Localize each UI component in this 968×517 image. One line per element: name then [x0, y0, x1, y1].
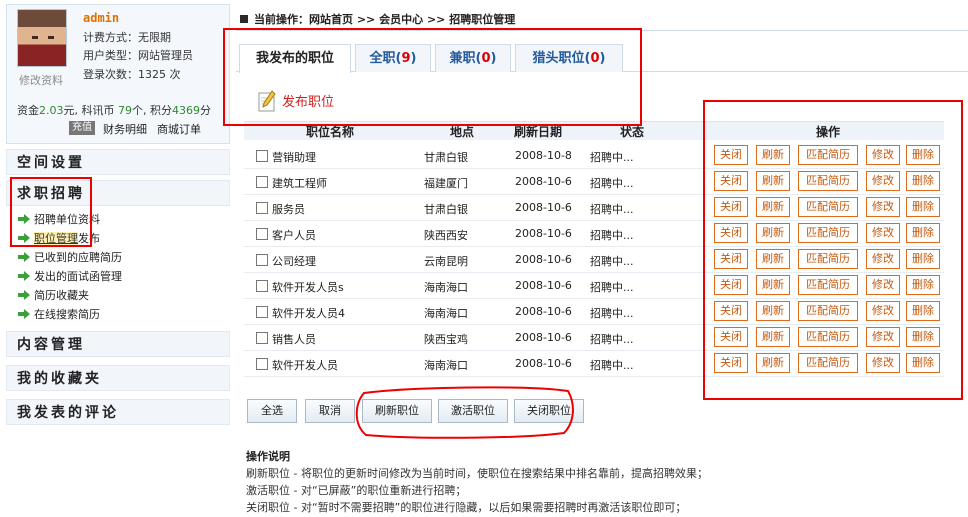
job-location: 海南海口 — [424, 281, 468, 294]
row-checkbox[interactable] — [256, 228, 268, 240]
job-date: 2008-10-6 — [515, 175, 572, 188]
user-info-panel: 修改资料 admin 计费方式：无限期 用户类型：网站管理员 登录次数：1325… — [6, 4, 230, 144]
job-status: 招聘中... — [590, 333, 634, 346]
sidebar-item-label: 发出的面试函管理 — [34, 270, 122, 283]
job-status: 招聘中... — [590, 255, 634, 268]
finance-link[interactable]: 财务明细 — [103, 121, 147, 137]
row-checkbox[interactable] — [256, 254, 268, 266]
coins-label: 元, 科讯币 — [63, 104, 115, 117]
funds-line: 资金2.03元, 科讯币 79个, 积分4369分 — [17, 102, 211, 118]
instruction-line: 刷新职位 - 将职位的更新时间修改为当前时间，使职位在搜索结果中排名靠前，提高招… — [246, 467, 708, 480]
points-label: 个, 积分 — [132, 104, 172, 117]
job-date: 2008-10-6 — [515, 201, 572, 214]
avatar — [17, 9, 67, 67]
job-location: 福建厦门 — [424, 177, 468, 190]
job-location: 海南海口 — [424, 307, 468, 320]
square-icon — [240, 15, 248, 23]
job-date: 2008-10-8 — [515, 149, 572, 162]
annotation-box-sidebar — [10, 177, 92, 247]
job-status: 招聘中... — [590, 151, 634, 164]
job-status: 招聘中... — [590, 307, 634, 320]
sidebar-item-label: 简历收藏夹 — [34, 289, 89, 302]
select-all-button[interactable]: 全选 — [247, 399, 297, 423]
login-count-info: 登录次数：1325 次 — [83, 68, 181, 81]
arrow-right-icon — [18, 271, 30, 281]
sidebar-item-label: 已收到的应聘简历 — [34, 251, 122, 264]
sidebar-item-interview-letters[interactable]: 发出的面试函管理 — [18, 268, 122, 284]
job-status: 招聘中... — [590, 359, 634, 372]
row-checkbox[interactable] — [256, 150, 268, 162]
job-title[interactable]: 服务员 — [272, 201, 305, 217]
breadcrumb-current: 招聘职位管理 — [449, 13, 516, 26]
cancel-button[interactable]: 取消 — [305, 399, 355, 423]
arrow-right-icon — [18, 252, 30, 262]
annotation-ellipse-buttons — [355, 386, 574, 439]
job-title[interactable]: 软件开发人员s — [272, 279, 344, 295]
job-status: 招聘中... — [590, 281, 634, 294]
breadcrumb-separator: >> — [426, 13, 446, 26]
job-date: 2008-10-6 — [515, 227, 572, 240]
job-location: 甘肃白银 — [424, 151, 468, 164]
recharge-button[interactable]: 充值 — [69, 121, 95, 135]
breadcrumb-separator: >> — [356, 13, 376, 26]
instruction-line: 激活职位 - 对“已屏蔽”的职位重新进行招聘； — [246, 484, 467, 497]
edit-profile-link[interactable]: 修改资料 — [19, 72, 63, 88]
sidebar-item-received-resumes[interactable]: 已收到的应聘简历 — [18, 249, 122, 265]
annotation-box-actions — [703, 100, 963, 400]
job-title[interactable]: 客户人员 — [272, 227, 316, 243]
job-title[interactable]: 建筑工程师 — [272, 175, 327, 191]
sidebar-item-search-resumes[interactable]: 在线搜索简历 — [18, 306, 100, 322]
instruction-line: 关闭职位 - 对“暂时不需要招聘”的职位进行隐藏，以后如果需要招聘时再激活该职位… — [246, 501, 687, 514]
row-checkbox[interactable] — [256, 202, 268, 214]
points-amount: 4369 — [172, 104, 200, 117]
row-checkbox[interactable] — [256, 332, 268, 344]
coins-amount: 79 — [118, 104, 132, 117]
breadcrumb-home[interactable]: 网站首页 — [309, 13, 353, 26]
arrow-right-icon — [18, 290, 30, 300]
row-checkbox[interactable] — [256, 358, 268, 370]
sidebar-item-label: 在线搜索简历 — [34, 308, 100, 321]
job-location: 海南海口 — [424, 359, 468, 372]
sidebar: 修改资料 admin 计费方式：无限期 用户类型：网站管理员 登录次数：1325… — [0, 0, 232, 517]
job-location: 甘肃白银 — [424, 203, 468, 216]
job-date: 2008-10-6 — [515, 305, 572, 318]
job-title[interactable]: 销售人员 — [272, 331, 316, 347]
funds-label: 资金 — [17, 104, 39, 117]
breadcrumb-member-center[interactable]: 会员中心 — [379, 13, 423, 26]
job-date: 2008-10-6 — [515, 331, 572, 344]
sidebar-item-resume-favorites[interactable]: 简历收藏夹 — [18, 287, 89, 303]
job-title[interactable]: 营销助理 — [272, 149, 316, 165]
row-checkbox[interactable] — [256, 306, 268, 318]
job-location: 陕西宝鸡 — [424, 333, 468, 346]
mall-orders-link[interactable]: 商城订单 — [157, 121, 201, 137]
sidebar-section-comments[interactable]: 我发表的评论 — [6, 399, 230, 425]
job-date: 2008-10-6 — [515, 279, 572, 292]
job-title[interactable]: 软件开发人员4 — [272, 305, 345, 321]
user-type-info: 用户类型：网站管理员 — [83, 49, 193, 62]
annotation-box-tabs — [223, 28, 642, 126]
job-status: 招聘中... — [590, 229, 634, 242]
row-checkbox[interactable] — [256, 280, 268, 292]
job-status: 招聘中... — [590, 203, 634, 216]
job-date: 2008-10-6 — [515, 253, 572, 266]
sidebar-section-content[interactable]: 内容管理 — [6, 331, 230, 357]
job-status: 招聘中... — [590, 177, 634, 190]
funds-amount: 2.03 — [39, 104, 64, 117]
breadcrumb-label: 当前操作： — [254, 13, 309, 26]
points-suffix: 分 — [200, 104, 211, 117]
sidebar-section-space-settings[interactable]: 空间设置 — [6, 149, 230, 175]
job-title[interactable]: 软件开发人员 — [272, 357, 338, 373]
row-checkbox[interactable] — [256, 176, 268, 188]
billing-info: 计费方式：无限期 — [83, 31, 171, 44]
job-date: 2008-10-6 — [515, 357, 572, 370]
job-location: 陕西西安 — [424, 229, 468, 242]
arrow-right-icon — [18, 309, 30, 319]
job-location: 云南昆明 — [424, 255, 468, 268]
job-title[interactable]: 公司经理 — [272, 253, 316, 269]
instructions-title: 操作说明 — [246, 450, 290, 463]
username: admin — [83, 11, 120, 25]
sidebar-section-favorites[interactable]: 我的收藏夹 — [6, 365, 230, 391]
